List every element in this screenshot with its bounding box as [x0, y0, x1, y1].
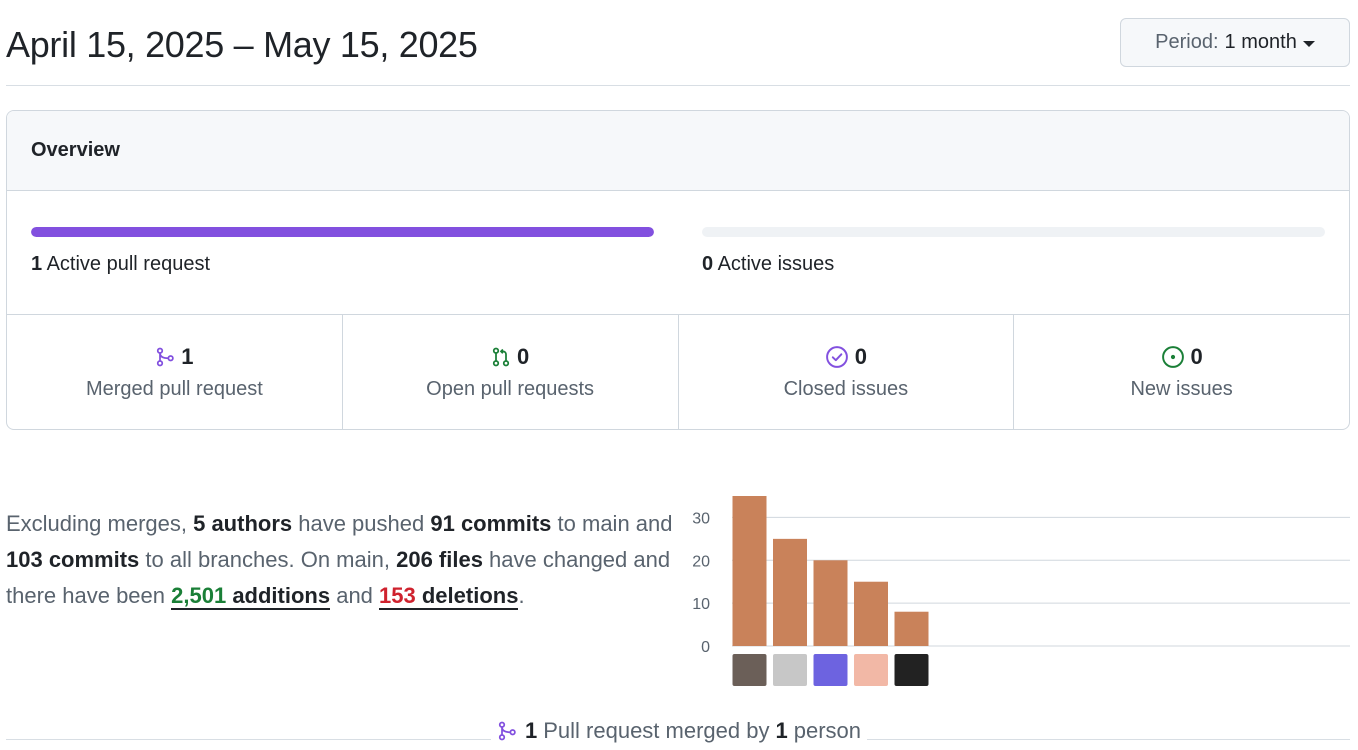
avatar [854, 654, 888, 686]
commits-by-author-chart: 0 10 20 30 [692, 496, 1350, 686]
summary-text: Excluding merges, [6, 511, 194, 536]
stat-new-value: 0 [1190, 344, 1203, 369]
files-changed-count: 206 files [396, 547, 483, 572]
additions-link[interactable]: 2,501 additions [171, 583, 331, 610]
summary-text: to main and [551, 511, 673, 536]
active-issues-label: Active issues [717, 253, 835, 275]
deletions-link[interactable]: 153 deletions [379, 583, 519, 610]
summary-text: have pushed [292, 511, 431, 536]
caret-down-icon [1302, 40, 1315, 47]
active-pr-count: 1 [31, 253, 43, 275]
merged-prs-summary[interactable]: 1 Pull request merged by 1 person [490, 718, 867, 744]
issue-closed-icon [825, 346, 848, 368]
stat-merged-prs[interactable]: 1 Merged pull request [7, 315, 343, 429]
authors-count: 5 authors [193, 511, 293, 536]
people-count: 1 [775, 718, 788, 743]
avatar [894, 654, 929, 686]
pulse-header: April 15, 2025 – May 15, 2025 Period: 1 … [6, 0, 1350, 86]
stat-open-prs[interactable]: 0 Open pull requests [343, 315, 679, 429]
bar-author-1 [732, 496, 767, 646]
deletions-word: deletions [415, 583, 519, 608]
activity-bars: 1 Active pull request 0 Active issues [7, 191, 1349, 315]
stat-new-label: New issues [1130, 378, 1233, 400]
active-issues-bar [702, 227, 1325, 237]
avatar [813, 654, 848, 686]
merged-prs-footer: 1 Pull request merged by 1 person [0, 718, 1358, 747]
bar-author-3 [813, 560, 848, 646]
merged-pr-count: 1 [524, 718, 538, 743]
contribution-summary: Excluding merges, 5 authors have pushed … [6, 506, 676, 614]
stat-merged-value: 1 [181, 344, 194, 369]
period-dropdown-button[interactable]: Period: 1 month [1120, 18, 1350, 67]
stat-merged-label: Merged pull request [85, 378, 263, 400]
git-merge-icon [498, 721, 516, 741]
avatar [732, 654, 767, 686]
y-tick-label: 0 [701, 639, 710, 656]
stat-closed-value: 0 [854, 344, 867, 369]
period-value: 1 month [1224, 31, 1297, 53]
overview-panel: Overview 1 Active pull request 0 Active … [6, 110, 1350, 430]
additions-number: 2,501 [171, 583, 227, 608]
active-issues-caption: 0 Active issues [702, 253, 834, 276]
merged-pr-text: Pull request merged by [543, 718, 770, 743]
people-word: person [793, 718, 861, 743]
active-pr-bar-fill [31, 227, 654, 237]
active-pr-label: Active pull request [46, 253, 210, 275]
stat-closed-label: Closed issues [783, 378, 909, 400]
y-tick-label: 20 [692, 553, 710, 570]
issue-opened-icon [1161, 346, 1184, 368]
commits-main-count: 91 commits [430, 511, 552, 536]
deletions-number: 153 [379, 583, 416, 608]
overview-stats: 1 Merged pull request 0 Open pull reques… [7, 315, 1349, 429]
summary-text: and [330, 583, 380, 608]
stat-new-issues[interactable]: 0 New issues [1014, 315, 1349, 429]
bar-author-4 [854, 581, 888, 646]
y-tick-label: 30 [692, 510, 710, 527]
active-pr-bar[interactable] [31, 227, 654, 237]
overview-title: Overview [7, 111, 1349, 191]
summary-text: to all branches. On main, [139, 547, 397, 572]
stat-open-value: 0 [517, 344, 530, 369]
period-label: Period: [1155, 31, 1219, 53]
bar-author-2 [773, 538, 807, 646]
y-tick-label: 10 [692, 596, 710, 613]
active-pr-caption[interactable]: 1 Active pull request [31, 253, 210, 276]
summary-text: . [518, 583, 525, 608]
commits-all-count: 103 commits [6, 547, 140, 572]
avatar [773, 654, 807, 686]
git-merge-icon [157, 347, 174, 367]
active-issues-count: 0 [702, 253, 714, 275]
git-pull-request-icon [492, 347, 510, 367]
date-range-title: April 15, 2025 – May 15, 2025 [6, 24, 478, 65]
stat-open-label: Open pull requests [426, 378, 595, 400]
stat-closed-issues[interactable]: 0 Closed issues [679, 315, 1015, 429]
bar-author-5 [894, 611, 929, 646]
additions-word: additions [226, 583, 331, 608]
